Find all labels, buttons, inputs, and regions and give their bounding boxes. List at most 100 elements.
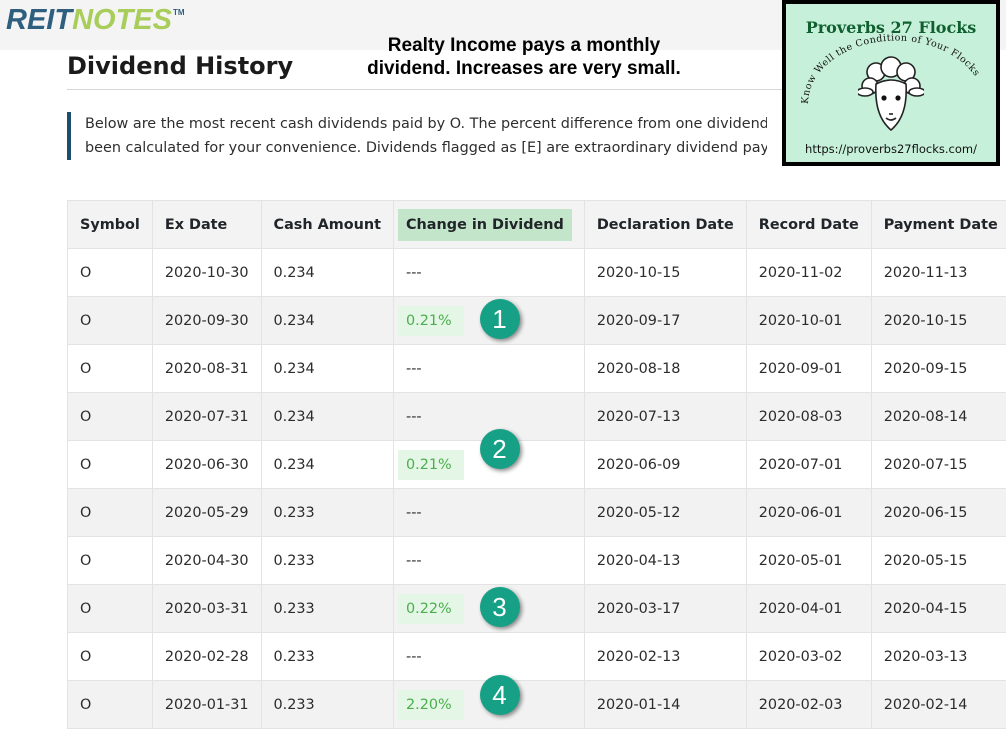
cell-ex-date: 2020-05-29 [151, 488, 262, 537]
table-row: O 2020-02-28 0.233 --- 2020-02-13 2020-03-02 2… [67, 632, 1006, 681]
cell-change: --- [393, 248, 585, 297]
callout-4: 4 [479, 674, 520, 715]
cell-ex-date: 2020-10-30 [151, 248, 262, 297]
header-cash-amount[interactable]: Cash Amount [260, 200, 395, 249]
cell-record-date: 2020-03-02 [745, 632, 872, 681]
dividend-no-change: --- [406, 264, 422, 281]
header-payment-date[interactable]: Payment Date [870, 200, 1006, 249]
cell-cash-amount: 0.233 [260, 488, 395, 537]
cell-record-date: 2020-11-02 [745, 248, 872, 297]
header-change-in-dividend[interactable]: Change in Dividend [393, 200, 585, 249]
table-row: O 2020-07-31 0.234 --- 2020-07-13 2020-08-03 2… [67, 392, 1006, 441]
intro-blockquote: Below are the most recent cash dividends… [67, 112, 767, 160]
dividend-history-table: Symbol Ex Date Cash Amount Change in Div… [67, 200, 1006, 729]
cell-cash-amount: 0.234 [260, 248, 395, 297]
cell-ex-date: 2020-09-30 [151, 296, 262, 345]
cell-cash-amount: 0.234 [260, 296, 395, 345]
cell-cash-amount: 0.234 [260, 344, 395, 393]
cell-ex-date: 2020-01-31 [151, 680, 262, 729]
header-ex-date[interactable]: Ex Date [151, 200, 262, 249]
cell-declaration-date: 2020-06-09 [583, 440, 747, 489]
cell-symbol: O [67, 584, 153, 633]
table-row: O 2020-10-30 0.234 --- 2020-10-15 2020-11-02 2… [67, 248, 1006, 297]
cell-record-date: 2020-09-01 [745, 344, 872, 393]
cell-record-date: 2020-08-03 [745, 392, 872, 441]
cell-cash-amount: 0.234 [260, 440, 395, 489]
table-row: O 2020-01-31 0.233 2.20% 2020-01-14 2020-02-0… [67, 680, 1006, 729]
cell-payment-date: 2020-07-15 [870, 440, 1006, 489]
cell-symbol: O [67, 248, 153, 297]
dividend-increase-value: 0.21% [398, 305, 464, 336]
cell-payment-date: 2020-10-15 [870, 296, 1006, 345]
table-row: O 2020-03-31 0.233 0.22% 2020-03-17 2020-04-0… [67, 584, 1006, 633]
annotation-line-2: dividend. Increases are very small. [367, 58, 681, 79]
header-symbol[interactable]: Symbol [67, 200, 153, 249]
cell-declaration-date: 2020-04-13 [583, 536, 747, 585]
logo-text-reit: REIT [6, 4, 73, 36]
cell-record-date: 2020-05-01 [745, 536, 872, 585]
table-row: O 2020-08-31 0.234 --- 2020-08-18 2020-09-01 2… [67, 344, 1006, 393]
cell-declaration-date: 2020-02-13 [583, 632, 747, 681]
header-declaration-date[interactable]: Declaration Date [583, 200, 747, 249]
cell-ex-date: 2020-04-30 [151, 536, 262, 585]
cell-symbol: O [67, 632, 153, 681]
logo-text-notes: NOTES [72, 4, 172, 36]
title-divider [67, 89, 802, 90]
cell-symbol: O [67, 344, 153, 393]
cell-cash-amount: 0.233 [260, 536, 395, 585]
proverbs-badge: Proverbs 27 Flocks Know Well the Conditi… [782, 0, 1000, 166]
badge-url[interactable]: https://proverbs27flocks.com/ [786, 142, 996, 156]
table-row: O 2020-05-29 0.233 --- 2020-05-12 2020-06-01 2… [67, 488, 1006, 537]
cell-cash-amount: 0.233 [260, 632, 395, 681]
badge-panel: Proverbs 27 Flocks Know Well the Conditi… [786, 4, 996, 162]
intro-line-1: Below are the most recent cash dividends… [85, 116, 767, 132]
cell-declaration-date: 2020-03-17 [583, 584, 747, 633]
cell-record-date: 2020-10-01 [745, 296, 872, 345]
callout-2: 2 [479, 428, 520, 469]
table-header-row: Symbol Ex Date Cash Amount Change in Div… [67, 200, 1006, 249]
cell-symbol: O [67, 296, 153, 345]
cell-payment-date: 2020-02-14 [870, 680, 1006, 729]
cell-payment-date: 2020-05-15 [870, 536, 1006, 585]
table-body: O 2020-10-30 0.234 --- 2020-10-15 2020-11-02 2… [67, 248, 1006, 729]
cell-record-date: 2020-07-01 [745, 440, 872, 489]
annotation-line-1: Realty Income pays a monthly [387, 35, 661, 56]
cell-symbol: O [67, 392, 153, 441]
cell-change: --- [393, 344, 585, 393]
cell-payment-date: 2020-06-15 [870, 488, 1006, 537]
cell-change: --- [393, 632, 585, 681]
cell-declaration-date: 2020-07-13 [583, 392, 747, 441]
cell-record-date: 2020-06-01 [745, 488, 872, 537]
dividend-no-change: --- [406, 408, 422, 425]
callout-1: 1 [479, 298, 520, 339]
header-change-highlight: Change in Dividend [398, 208, 572, 241]
callout-3: 3 [479, 586, 520, 627]
cell-symbol: O [67, 440, 153, 489]
cell-declaration-date: 2020-08-18 [583, 344, 747, 393]
cell-ex-date: 2020-02-28 [151, 632, 262, 681]
cell-ex-date: 2020-06-30 [151, 440, 262, 489]
dividend-no-change: --- [406, 648, 422, 665]
cell-payment-date: 2020-11-13 [870, 248, 1006, 297]
reitnotes-logo[interactable]: REITNOTESTM [6, 4, 185, 37]
cell-symbol: O [67, 536, 153, 585]
cell-declaration-date: 2020-01-14 [583, 680, 747, 729]
cell-cash-amount: 0.233 [260, 680, 395, 729]
cell-cash-amount: 0.233 [260, 584, 395, 633]
cell-cash-amount: 0.234 [260, 392, 395, 441]
cell-ex-date: 2020-07-31 [151, 392, 262, 441]
cell-ex-date: 2020-08-31 [151, 344, 262, 393]
cell-payment-date: 2020-03-13 [870, 632, 1006, 681]
table-row: O 2020-04-30 0.233 --- 2020-04-13 2020-05-01 2… [67, 536, 1006, 585]
header-record-date[interactable]: Record Date [745, 200, 872, 249]
cell-symbol: O [67, 680, 153, 729]
cell-change: --- [393, 488, 585, 537]
logo-trademark: TM [172, 8, 185, 17]
cell-payment-date: 2020-04-15 [870, 584, 1006, 633]
cell-record-date: 2020-04-01 [745, 584, 872, 633]
intro-line-2: been calculated for your convenience. Di… [85, 140, 767, 156]
dividend-increase-value: 0.22% [398, 593, 464, 624]
cell-declaration-date: 2020-09-17 [583, 296, 747, 345]
cell-payment-date: 2020-08-14 [870, 392, 1006, 441]
cell-payment-date: 2020-09-15 [870, 344, 1006, 393]
